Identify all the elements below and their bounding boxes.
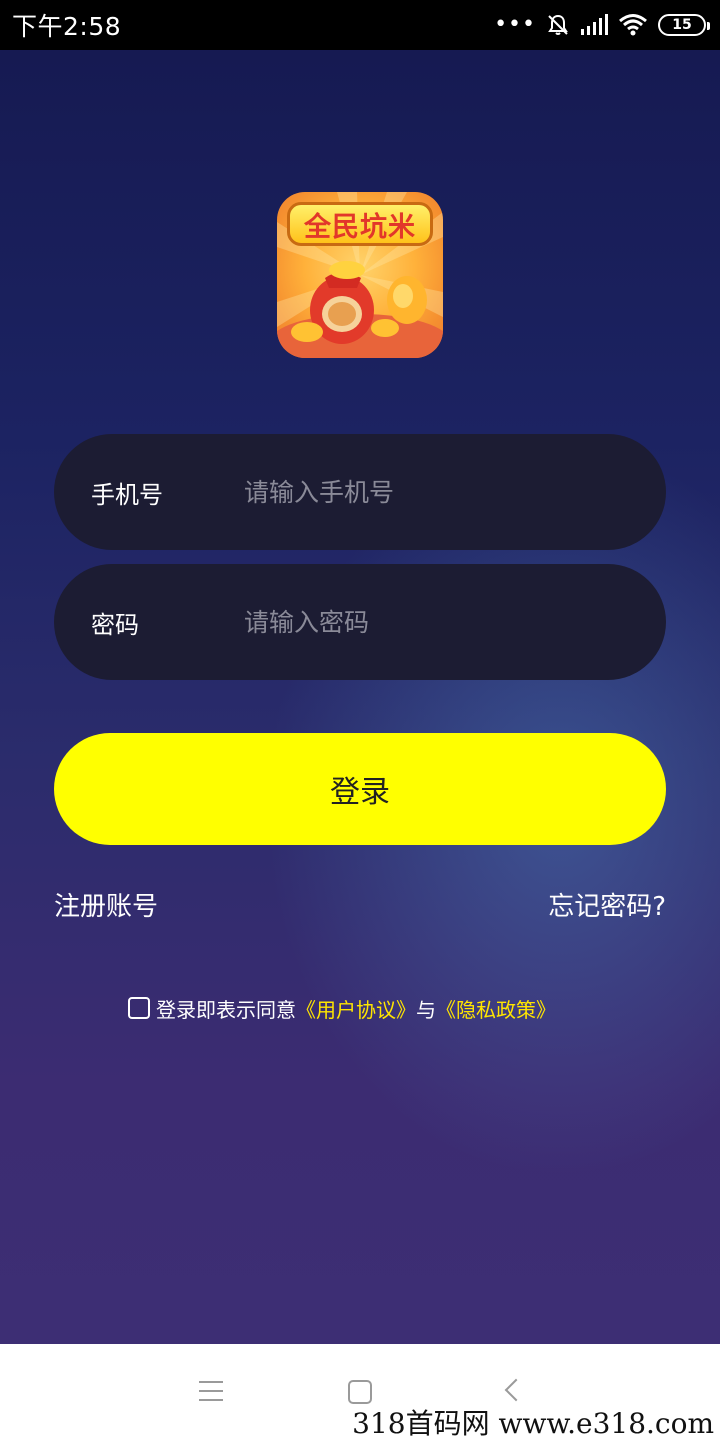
more-dots-icon: ••• (494, 12, 536, 37)
signal-icon (581, 14, 608, 35)
login-button[interactable]: 登录 (54, 733, 666, 845)
navigation-bar: 318首码网 www.e318.com (0, 1344, 720, 1440)
battery-icon: 15 (658, 14, 710, 36)
bell-off-icon (548, 14, 568, 35)
password-field[interactable]: 密码 (54, 564, 666, 680)
password-label: 密码 (91, 610, 139, 639)
logo-title: 全民坑米 (287, 202, 433, 246)
forgot-password-link[interactable]: 忘记密码? (548, 886, 666, 923)
privacy-policy-link[interactable]: 《隐私政策》 (436, 994, 556, 1023)
agreement-text: 登录即表示同意 (156, 997, 296, 1022)
menu-icon[interactable] (199, 1381, 223, 1401)
status-time: 下午2:58 (12, 12, 122, 41)
phone-field[interactable]: 手机号 (54, 434, 666, 550)
agreement-checkbox[interactable] (128, 997, 150, 1019)
agreement-row: 登录即表示同意 《用户协议》 与 《隐私政策》 (128, 993, 556, 1023)
status-icons: ••• 15 (494, 12, 710, 37)
login-screen: 全民坑米 手机号 密码 登录 注册账号 忘记密码? 登录即表示同意 《用户协议》… (0, 50, 720, 1344)
phone-label: 手机号 (91, 480, 163, 509)
home-icon[interactable] (348, 1380, 372, 1404)
user-agreement-link[interactable]: 《用户协议》 (296, 994, 416, 1023)
back-icon[interactable] (504, 1378, 528, 1402)
phone-input[interactable] (244, 462, 624, 522)
status-bar: 下午2:58 ••• 15 (0, 0, 720, 50)
watermark-text: 318首码网 www.e318.com (352, 1407, 714, 1440)
agreement-conjunction: 与 (416, 997, 436, 1022)
password-input[interactable] (244, 592, 624, 652)
register-link[interactable]: 注册账号 (54, 886, 158, 923)
app-logo: 全民坑米 (277, 192, 443, 358)
wifi-icon (619, 14, 647, 36)
